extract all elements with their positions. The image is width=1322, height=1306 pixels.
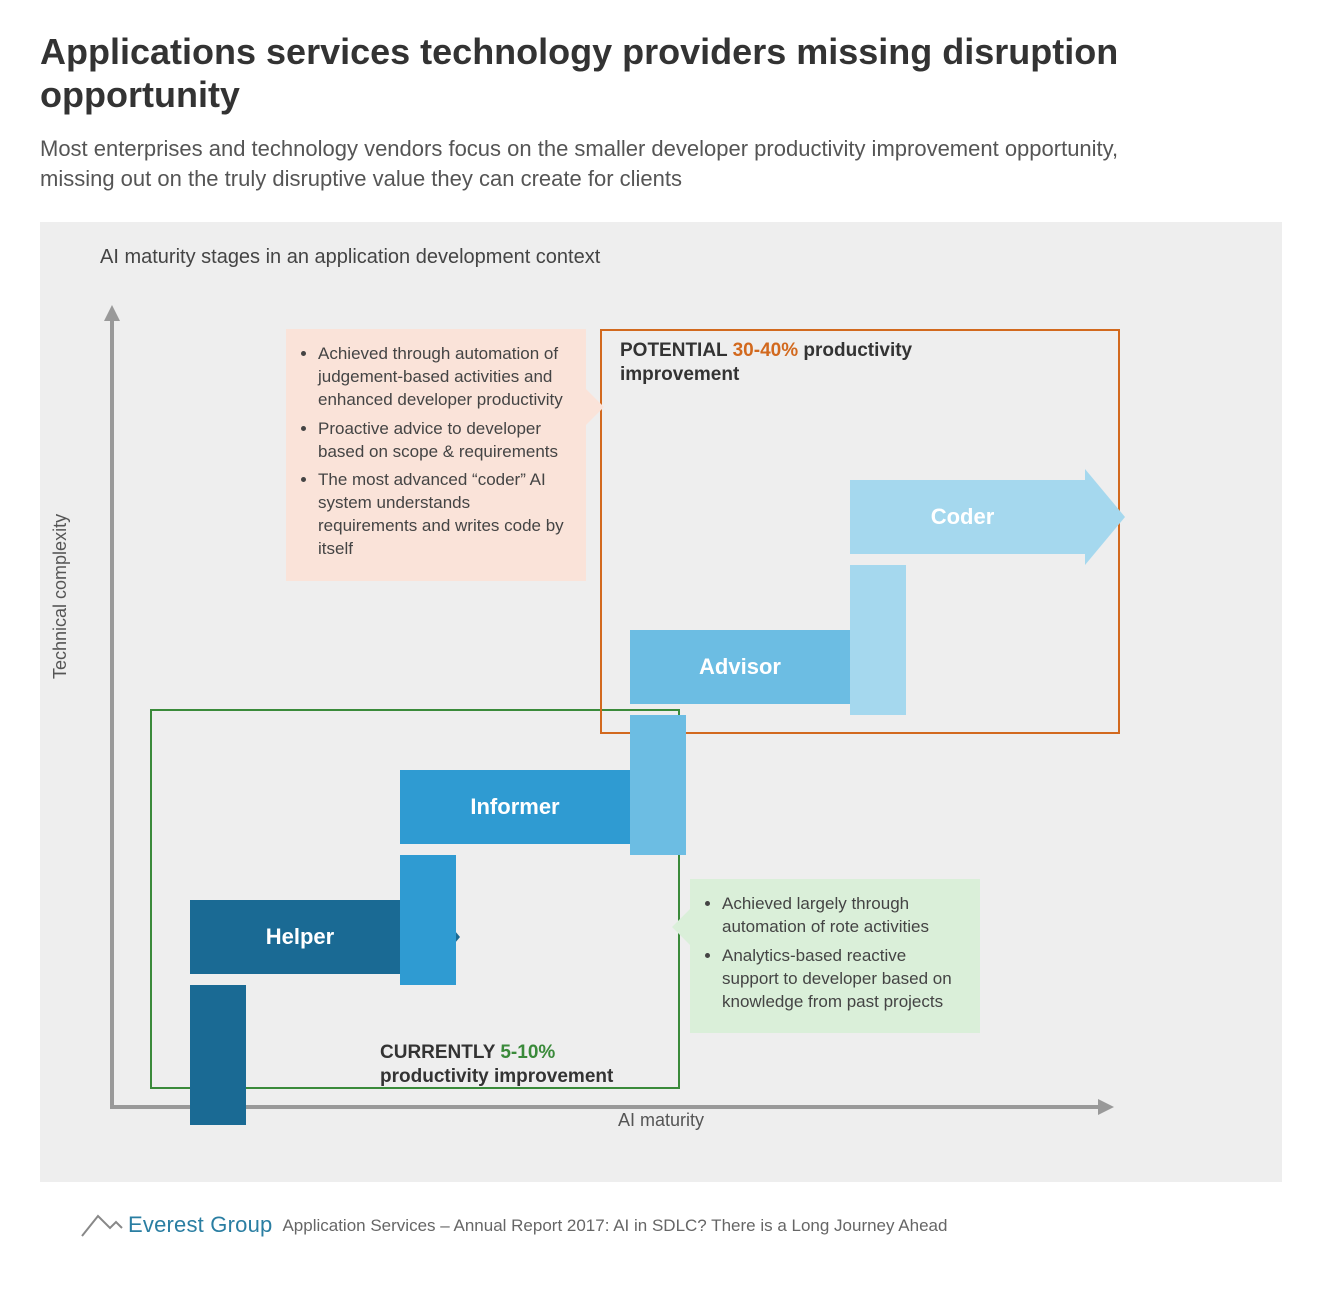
brand-name: Everest Group <box>128 1212 272 1238</box>
stage-label: Helper <box>190 900 420 974</box>
x-axis <box>110 1105 1100 1109</box>
callout-current-bullet: Achieved largely through automation of r… <box>722 893 962 939</box>
caption-potential-prefix: POTENTIAL <box>620 340 733 361</box>
plot-area: Technical complexity AI maturity POTENTI… <box>70 279 1252 1159</box>
chart-heading: AI maturity stages in an application dev… <box>100 246 1252 269</box>
chart-panel: AI maturity stages in an application dev… <box>40 222 1282 1182</box>
stage-connector <box>850 565 906 715</box>
caption-current-prefix: CURRENTLY <box>380 1042 500 1063</box>
page-subtitle: Most enterprises and technology vendors … <box>40 134 1140 193</box>
page-title: Applications services technology provide… <box>40 30 1140 116</box>
arrow-right-icon <box>1085 469 1125 565</box>
stage-label: Advisor <box>630 630 860 704</box>
caption-potential: POTENTIAL 30-40% productivity improvemen… <box>620 339 1000 387</box>
caption-current-value: 5-10% <box>500 1042 555 1063</box>
callout-potential-bullet: The most advanced “coder” AI system unde… <box>318 469 568 561</box>
stage-coder: Coder <box>850 469 1125 565</box>
brand-logo: Everest Group <box>80 1210 272 1238</box>
caption-potential-value: 30-40% <box>733 340 799 361</box>
callout-potential-bullet: Achieved through automation of judgement… <box>318 343 568 412</box>
y-axis <box>110 319 114 1109</box>
callout-potential-bullet: Proactive advice to developer based on s… <box>318 418 568 464</box>
y-axis-label: Technical complexity <box>50 514 71 679</box>
callout-current: Achieved largely through automation of r… <box>690 879 980 1034</box>
x-axis-label: AI maturity <box>618 1110 704 1131</box>
stage-connector <box>630 715 686 855</box>
stage-connector <box>400 855 456 985</box>
source-text: Application Services – Annual Report 201… <box>282 1216 947 1238</box>
caption-current: CURRENTLY 5-10% productivity improvement <box>380 1041 640 1089</box>
brand-logo-icon <box>80 1210 124 1238</box>
stage-label: Informer <box>400 770 640 844</box>
stage-label: Coder <box>850 480 1085 554</box>
footer: Everest Group Application Services – Ann… <box>40 1210 1282 1238</box>
callout-potential: Achieved through automation of judgement… <box>286 329 586 581</box>
callout-current-bullet: Analytics-based reactive support to deve… <box>722 945 962 1014</box>
caption-current-suffix: productivity improvement <box>380 1066 613 1087</box>
stage-connector <box>190 985 246 1125</box>
